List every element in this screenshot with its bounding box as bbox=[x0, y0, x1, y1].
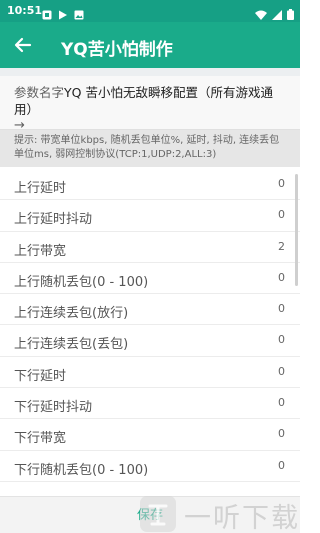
row-label: 下行随机丢包(0 - 100) bbox=[14, 462, 149, 478]
back-arrow-icon[interactable] bbox=[10, 32, 36, 58]
row-value: 2 bbox=[278, 239, 285, 253]
row-label: 上行带宽 bbox=[14, 243, 67, 259]
watermark-logo-icon bbox=[140, 496, 176, 532]
row-label: 下行延时抖动 bbox=[14, 400, 93, 416]
play-store-icon bbox=[58, 5, 68, 20]
row-label: 上行连续丢包(放行) bbox=[14, 306, 129, 322]
row-value: 0 bbox=[278, 458, 285, 472]
row-label: 下行延时 bbox=[14, 368, 67, 384]
list-item[interactable]: 上行延时抖动 0 bbox=[0, 200, 300, 232]
divider bbox=[0, 68, 300, 76]
list-item[interactable]: 上行连续丢包(放行) 0 bbox=[0, 294, 300, 326]
list-item[interactable]: 上行带宽 2 bbox=[0, 232, 300, 263]
image-icon bbox=[74, 5, 84, 20]
list-item[interactable]: 下行带宽 0 bbox=[0, 419, 300, 451]
hint-text: 提示: 带宽单位kbps, 随机丢包单位%, 延时, 抖动, 连续丢包单位ms,… bbox=[0, 130, 300, 167]
list-item[interactable]: 上行延时 0 bbox=[0, 169, 300, 201]
list-item[interactable]: 下行延时抖动 0 bbox=[0, 388, 300, 420]
row-value: 0 bbox=[278, 427, 285, 441]
list-item[interactable]: 下行随机丢包(0 - 100) 0 bbox=[0, 451, 300, 482]
row-label: 上行连续丢包(丢包) bbox=[14, 337, 129, 353]
watermark-text: 一听下载 bbox=[184, 503, 300, 533]
row-label: 下行带宽 bbox=[14, 431, 67, 447]
param-name-prefix: 参数名字 bbox=[14, 85, 65, 100]
status-time: 10:51 bbox=[7, 4, 43, 17]
list-item[interactable]: 下行延时 0 bbox=[0, 357, 300, 389]
app-notification-icon bbox=[42, 5, 52, 20]
row-label: 上行随机丢包(0 - 100) bbox=[14, 274, 149, 290]
app-bar: YQ苦小怕制作 bbox=[0, 22, 300, 68]
row-value: 0 bbox=[278, 208, 285, 222]
row-value: 0 bbox=[278, 333, 285, 347]
row-value: 0 bbox=[278, 177, 285, 190]
list-item[interactable]: 上行随机丢包(0 - 100) 0 bbox=[0, 263, 300, 295]
row-label: 上行延时 bbox=[14, 181, 67, 196]
list-item[interactable]: 上行连续丢包(丢包) 0 bbox=[0, 325, 300, 357]
row-value: 0 bbox=[278, 302, 285, 316]
scrollbar[interactable] bbox=[295, 174, 298, 286]
param-name-line: 参数名字YQ 苦小怕无敌瞬移配置（所有游戏通用） bbox=[14, 84, 286, 118]
status-bar: 10:51 bbox=[0, 0, 300, 22]
param-name-card[interactable]: 参数名字YQ 苦小怕无敌瞬移配置（所有游戏通用） → bbox=[0, 76, 300, 133]
status-notification-icons bbox=[42, 5, 84, 20]
row-label: 上行延时抖动 bbox=[14, 212, 93, 228]
page-title: YQ苦小怕制作 bbox=[61, 40, 173, 60]
watermark: 一听下载 bbox=[140, 490, 300, 533]
row-value: 0 bbox=[278, 270, 285, 284]
settings-list: 上行延时 0 上行延时抖动 0 上行带宽 2 上行随机丢包(0 - 100) 0 上行连… bbox=[0, 169, 300, 482]
row-value: 0 bbox=[278, 396, 285, 410]
row-value: 0 bbox=[278, 364, 285, 378]
